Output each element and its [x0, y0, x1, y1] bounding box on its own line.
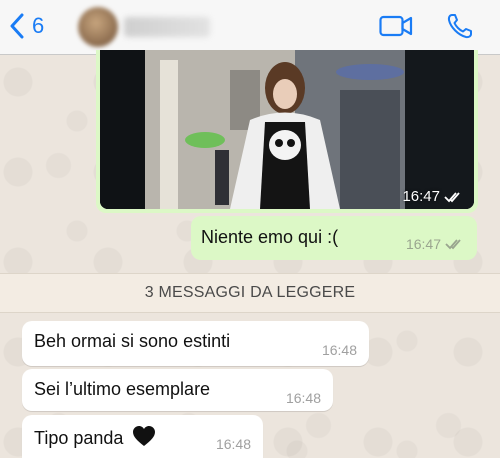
message-text: Tipo panda [34, 428, 124, 448]
phone-icon [447, 14, 472, 39]
message-timestamp: 16:48 [285, 390, 321, 406]
double-check-icon [445, 239, 461, 250]
chat-header: 6 [0, 0, 500, 55]
message-timestamp: 16:48 [215, 436, 251, 452]
photo-attachment[interactable]: 16:47 [100, 50, 474, 209]
incoming-message[interactable]: Sei l’ultimo esemplare 16:48 [22, 369, 333, 411]
contact-name-redacted [124, 17, 210, 37]
incoming-message[interactable]: Beh ormai si sono estinti 16:48 [22, 321, 369, 366]
double-check-icon [444, 191, 460, 202]
image-message: 16:47 [96, 50, 478, 213]
video-call-button[interactable] [378, 10, 414, 42]
back-button[interactable]: 6 [10, 11, 70, 41]
message-text: Beh ormai si sono estinti [34, 331, 231, 351]
unread-count: 6 [32, 13, 45, 38]
avatar [78, 7, 118, 47]
outgoing-message[interactable]: Niente emo qui :( 16:47 [191, 216, 477, 260]
message-text: Sei l’ultimo esemplare [34, 379, 211, 399]
message-text-wrap: Tipo panda [34, 425, 156, 449]
voice-call-button[interactable] [442, 10, 478, 42]
video-camera-icon [379, 15, 413, 37]
message-timestamp: 16:48 [321, 342, 357, 358]
contact-info[interactable] [78, 6, 210, 48]
message-text: Niente emo qui :( [201, 227, 339, 247]
incoming-message[interactable]: Tipo panda 16:48 [22, 415, 263, 458]
unread-messages-divider: 3 MESSAGGI DA LEGGERE [0, 273, 500, 313]
chevron-left-icon [10, 13, 24, 39]
photo-timestamp: 16:47 [402, 188, 464, 205]
black-heart-icon [133, 426, 156, 446]
message-timestamp: 16:47 [406, 236, 465, 252]
photo-image [100, 50, 474, 209]
